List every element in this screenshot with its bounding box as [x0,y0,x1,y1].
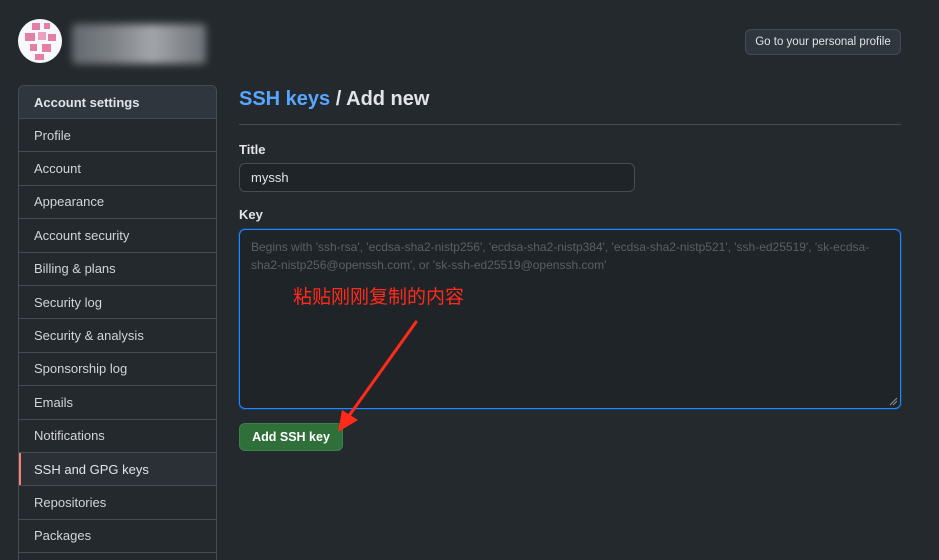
sidebar-item-repositories[interactable]: Repositories [19,486,216,520]
main-content: SSH keys / Add new Title myssh Key Begin… [239,88,901,451]
sidebar-item-ssh-gpg-keys[interactable]: SSH and GPG keys [19,452,216,487]
sidebar-item-appearance[interactable]: Appearance [19,186,216,220]
annotation-text: 粘贴刚刚复制的内容 [293,286,465,308]
sidebar-heading: Account settings [19,86,216,119]
username-redacted [72,24,206,64]
sidebar-item-notifications[interactable]: Notifications [19,420,216,453]
key-placeholder: Begins with 'ssh-rsa', 'ecdsa-sha2-nistp… [251,240,870,272]
title-label: Title [239,142,266,157]
breadcrumb-current: Add new [346,88,430,110]
title-input[interactable]: myssh [239,163,635,192]
personal-profile-button[interactable]: Go to your personal profile [745,29,901,55]
avatar[interactable] [18,19,62,63]
settings-sidebar: Account settings Profile Account Appeara… [18,85,217,560]
app-root: Go to your personal profile Account sett… [0,0,939,560]
sidebar-item-account-security[interactable]: Account security [19,219,216,253]
sidebar-item-billing-plans[interactable]: Billing & plans [19,253,216,286]
add-ssh-key-button[interactable]: Add SSH key [239,423,343,451]
page-title: SSH keys / Add new [239,88,901,125]
sidebar-item-packages[interactable]: Packages [19,520,216,554]
annotation-arrow-icon [338,320,418,432]
sidebar-item-profile[interactable]: Profile [19,119,216,153]
breadcrumb-separator: / [335,88,342,110]
ssh-keys-breadcrumb-link[interactable]: SSH keys [239,88,330,110]
sidebar-item-account[interactable]: Account [19,152,216,186]
sidebar-item-security-log[interactable]: Security log [19,286,216,320]
resize-grip-icon[interactable] [889,397,898,406]
key-label: Key [239,207,263,222]
sidebar-item-emails[interactable]: Emails [19,386,216,420]
sidebar-item-sponsorship-log[interactable]: Sponsorship log [19,353,216,387]
sidebar-item-security-analysis[interactable]: Security & analysis [19,319,216,353]
